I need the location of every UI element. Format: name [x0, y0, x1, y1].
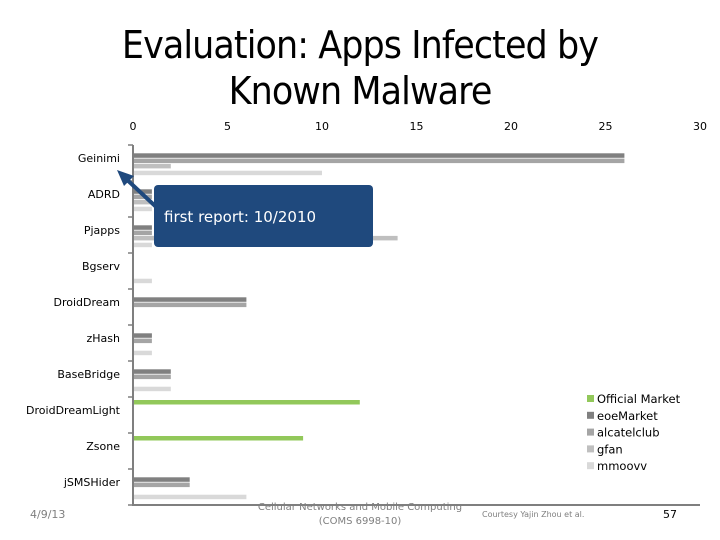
bar-eoemarket-pjapps	[134, 225, 152, 230]
bar-alcatelclub-geinimi	[134, 158, 625, 164]
bar-alcatelclub-pjapps	[134, 230, 152, 236]
category-label: Pjapps	[84, 224, 120, 237]
legend-label: eoeMarket	[597, 409, 658, 423]
bar-mmoovv-adrd	[134, 206, 152, 212]
bar-mmoovv-geinimi	[134, 170, 322, 176]
category-label: Geinimi	[78, 152, 120, 165]
footer-courtesy: Courtesy Yajin Zhou et al.	[482, 510, 585, 519]
bar-official-market-droiddreamlight	[134, 400, 360, 405]
category-label: Zsone	[86, 440, 120, 453]
bar-alcatelclub-jsmshider	[134, 482, 190, 488]
bar-official-market-zsone	[134, 436, 304, 441]
bar-eoemarket-jsmshider	[134, 477, 190, 482]
footer-course-line1: Cellular Networks and Mobile Computing	[257, 502, 463, 513]
annotation-callout: first report: 10/2010	[117, 170, 373, 247]
category-labels: Geinimi ADRD Pjapps Bgserv DroidDream zHash Ba…	[26, 152, 121, 489]
callout-text: first report: 10/2010	[164, 208, 316, 226]
bar-mmoovv-basebridge	[134, 386, 171, 392]
category-label: DroidDream	[54, 296, 121, 309]
legend-swatch	[587, 462, 594, 470]
bar-alcatelclub-zhash	[134, 338, 152, 344]
legend: Official Market eoeMarket alcatelclub gfan m…	[587, 392, 681, 473]
bar-mmoovv-pjapps	[134, 242, 152, 248]
bar-alcatelclub-droiddream	[134, 302, 247, 308]
category-label: DroidDreamLight	[26, 404, 121, 417]
legend-swatch	[587, 395, 594, 402]
bar-mmoovv-zhash	[134, 350, 152, 356]
x-tick-label: 0	[130, 120, 137, 133]
x-tick-label: 10	[315, 120, 329, 133]
bar-eoemarket-geinimi	[134, 153, 625, 158]
bar-chart: 0 5 10 15 20 25 30 Geinimi ADRD Pjapps Bgserv Droi…	[26, 120, 708, 506]
x-axis-ticks: 0 5 10 15 20 25 30	[130, 120, 708, 133]
legend-label: Official Market	[597, 392, 681, 406]
category-label: BaseBridge	[57, 368, 120, 381]
x-tick-label: 15	[410, 120, 424, 133]
legend-label: gfan	[597, 442, 623, 456]
legend-label: mmoovv	[597, 459, 647, 473]
bar-alcatelclub-basebridge	[134, 374, 171, 380]
x-tick-label: 5	[224, 120, 231, 133]
bar-mmoovv-jsmshider	[134, 494, 247, 500]
legend-swatch	[587, 428, 594, 436]
category-label: Bgserv	[82, 260, 121, 273]
legend-label: alcatelclub	[597, 426, 660, 440]
page-number: 57	[663, 508, 677, 521]
footer-date: 4/9/13	[30, 508, 66, 521]
legend-swatch	[587, 411, 594, 419]
category-label: jSMSHider	[63, 476, 121, 489]
footer-course-line2: (COMS 6998-10)	[318, 516, 402, 527]
bar-mmoovv-bgserv	[134, 278, 152, 284]
bar-eoemarket-zhash	[134, 333, 152, 338]
bar-gfan-geinimi	[134, 163, 171, 169]
x-tick-label: 20	[504, 120, 518, 133]
x-tick-label: 25	[599, 120, 613, 133]
bar-eoemarket-basebridge	[134, 369, 171, 374]
category-label: ADRD	[88, 188, 120, 201]
bar-eoemarket-droiddream	[134, 297, 247, 302]
x-tick-label: 30	[693, 120, 707, 133]
legend-swatch	[587, 445, 594, 453]
footer-course: Cellular Networks and Mobile Computing (…	[250, 501, 470, 529]
category-label: zHash	[87, 332, 121, 345]
